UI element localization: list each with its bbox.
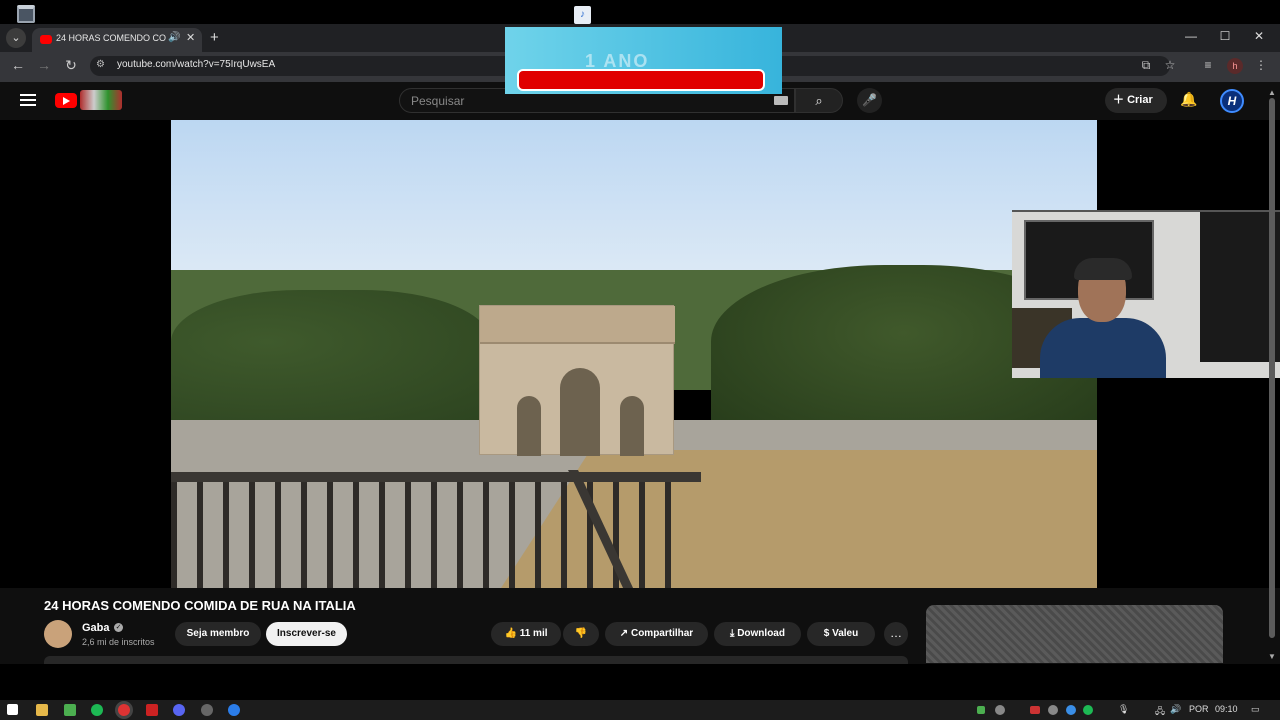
subscriber-count: 2,6 mi de inscritos xyxy=(82,637,155,647)
clock-time[interactable]: 09:10 xyxy=(1215,704,1238,714)
tray-icon[interactable] xyxy=(977,706,985,714)
youtube-doodle-logo[interactable] xyxy=(80,90,122,110)
network-icon[interactable]: 🖧 xyxy=(1155,704,1165,720)
scroll-up-arrow-icon[interactable]: ▲ xyxy=(1268,88,1276,97)
create-label: Criar xyxy=(1127,94,1153,106)
share-label: Compartilhar xyxy=(630,628,694,639)
youtube-logo-icon[interactable] xyxy=(55,93,77,108)
notification-center-icon[interactable]: ▭ xyxy=(1251,704,1260,715)
desktop-top xyxy=(0,0,1280,24)
user-avatar[interactable]: H xyxy=(1220,89,1244,113)
arch-side-opening xyxy=(620,396,644,456)
recommendation-card[interactable] xyxy=(926,605,1223,663)
file-explorer-icon[interactable] xyxy=(36,704,48,716)
site-settings-icon[interactable]: ⚙ xyxy=(96,59,105,70)
browser-tab-active[interactable]: 24 HORAS COMENDO COMIDA DE RUA NA ITALIA… xyxy=(32,28,202,52)
microphone-tray-icon[interactable]: 🎙 xyxy=(1118,704,1129,715)
arch-of-constantine xyxy=(479,305,675,456)
webcam-headset xyxy=(1074,258,1132,280)
app-red-icon[interactable] xyxy=(146,704,158,716)
keyboard-icon[interactable] xyxy=(774,96,788,105)
thanks-button[interactable]: $ Valeu xyxy=(807,622,875,646)
reload-icon[interactable]: ↻ xyxy=(61,57,81,74)
video-title: 24 HORAS COMENDO COMIDA DE RUA NA ITALIA xyxy=(44,598,356,613)
search-placeholder: Pesquisar xyxy=(411,94,465,108)
banner-red-bar xyxy=(517,69,765,91)
thumbs-down-icon: 👎 xyxy=(574,628,588,639)
stream-overlay-banner: 1 ANO xyxy=(505,27,782,94)
webcam-overlay xyxy=(1012,210,1280,378)
thanks-label: Valeu xyxy=(832,628,859,639)
profile-avatar[interactable]: h xyxy=(1227,58,1243,74)
arch-side-opening xyxy=(517,396,541,456)
music-file-icon[interactable]: ♪ xyxy=(574,6,591,24)
download-icon: ⤓ xyxy=(730,628,735,639)
video-trees-left xyxy=(171,290,491,420)
volume-icon[interactable]: 🔊 xyxy=(1170,704,1181,715)
maximize-icon[interactable]: ☐ xyxy=(1215,29,1235,43)
subscribe-button[interactable]: Inscrever-se xyxy=(266,622,347,646)
windows-start-icon[interactable] xyxy=(7,704,18,715)
app-blue-icon[interactable] xyxy=(228,704,240,716)
download-button[interactable]: ⤓ Download xyxy=(714,622,801,646)
bookmark-star-icon[interactable]: ☆ xyxy=(1162,58,1178,72)
media-controls-icon[interactable]: ≡ xyxy=(1200,58,1216,72)
super-thanks-icon: $ xyxy=(823,628,830,639)
new-tab-button[interactable]: + xyxy=(210,29,219,46)
tray-icon[interactable] xyxy=(1066,705,1076,715)
game-launcher-icon[interactable] xyxy=(64,704,76,716)
channel-avatar[interactable] xyxy=(44,620,72,648)
description-box[interactable] xyxy=(44,656,908,664)
minimize-icon[interactable]: — xyxy=(1181,29,1201,43)
obs-icon[interactable] xyxy=(201,704,213,716)
back-arrow-icon[interactable]: ← xyxy=(8,57,28,73)
verified-check-icon: ✓ xyxy=(114,623,123,632)
channel-name[interactable]: Gaba xyxy=(82,622,110,634)
close-window-icon[interactable]: ✕ xyxy=(1249,29,1269,43)
tab-search-button[interactable]: ⌄ xyxy=(6,28,26,48)
like-count: 11 mil xyxy=(519,628,548,639)
spotify-icon[interactable] xyxy=(91,704,103,716)
join-button[interactable]: Seja membro xyxy=(175,622,261,646)
webcam-person-body xyxy=(1040,318,1166,378)
webcam-flag xyxy=(1200,212,1280,362)
dislike-button[interactable]: 👎 xyxy=(563,622,599,646)
create-button[interactable]: ＋ Criar xyxy=(1105,88,1167,113)
hamburger-menu-icon[interactable] xyxy=(20,94,36,106)
scrollbar-thumb[interactable] xyxy=(1269,98,1275,638)
arch-attic xyxy=(480,306,675,344)
share-button[interactable]: ↗ Compartilhar xyxy=(605,622,708,646)
tab-close-icon[interactable]: ✕ xyxy=(186,31,195,44)
spotify-tray-icon[interactable] xyxy=(1083,705,1093,715)
download-label: Download xyxy=(737,628,785,639)
more-actions-icon[interactable]: … xyxy=(884,622,908,646)
scroll-down-arrow-icon[interactable]: ▼ xyxy=(1268,652,1276,661)
like-button[interactable]: 👍 11 mil xyxy=(491,622,561,646)
audio-playing-icon[interactable]: 🔊 xyxy=(168,32,180,43)
search-icon[interactable]: ⌕ xyxy=(795,88,843,113)
chrome-icon[interactable] xyxy=(118,704,130,716)
notifications-bell-icon[interactable]: 🔔 xyxy=(1180,91,1197,108)
tray-icon[interactable] xyxy=(995,705,1005,715)
desktop-gap xyxy=(0,664,1280,700)
forward-arrow-icon[interactable]: → xyxy=(34,57,54,73)
url-text: youtube.com/watch?v=75IrqUwsEA xyxy=(117,59,276,70)
tray-icon[interactable] xyxy=(1048,705,1058,715)
arch-center-opening xyxy=(560,368,600,456)
share-icon: ↗ xyxy=(619,628,629,639)
cast-icon[interactable]: ⧉ xyxy=(1138,58,1154,73)
menu-dots-icon[interactable]: ⋮ xyxy=(1253,58,1269,72)
thumbs-up-icon: 👍 xyxy=(504,628,517,639)
tray-icon[interactable] xyxy=(1030,706,1040,714)
discord-icon[interactable] xyxy=(173,704,185,716)
recycle-bin-icon[interactable] xyxy=(17,5,35,23)
video-player[interactable] xyxy=(171,120,1097,588)
microphone-icon[interactable]: 🎤 xyxy=(857,88,882,113)
tab-title: 24 HORAS COMENDO COMIDA DE RUA NA ITALIA xyxy=(56,33,166,43)
language-indicator[interactable]: POR xyxy=(1189,704,1209,714)
webcam-person xyxy=(1030,258,1166,378)
youtube-favicon-icon xyxy=(40,35,52,44)
